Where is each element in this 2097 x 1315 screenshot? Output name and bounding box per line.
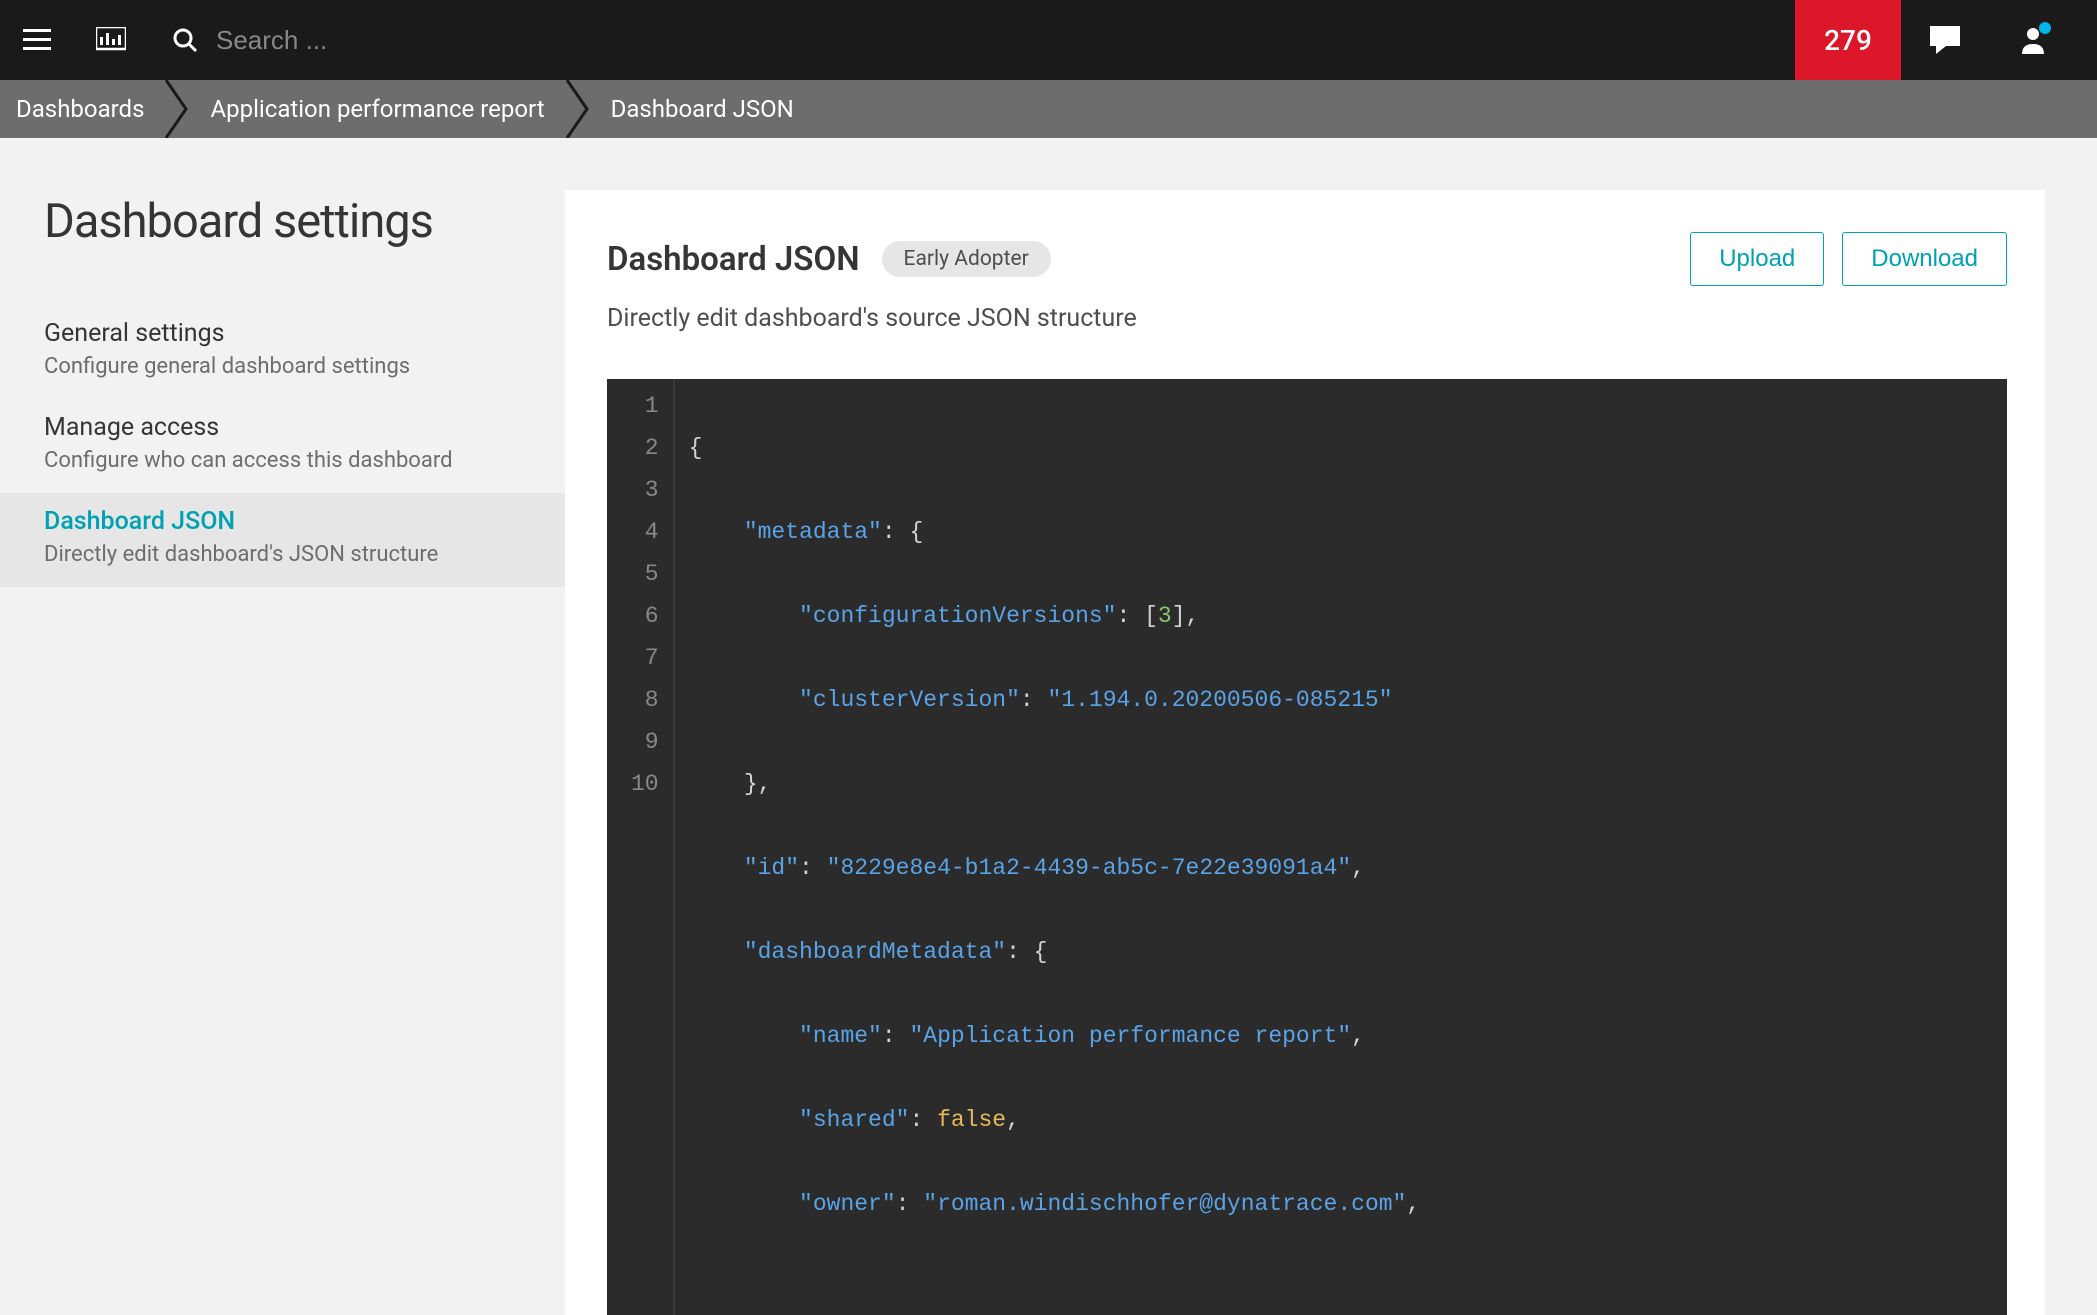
search-wrap bbox=[172, 25, 616, 56]
code-token: , bbox=[1351, 1023, 1365, 1049]
code-token: "name" bbox=[799, 1023, 882, 1049]
early-adopter-badge: Early Adopter bbox=[882, 241, 1051, 277]
sidebar-item-desc: Configure who can access this dashboard bbox=[44, 448, 545, 473]
code-token: "1.194.0.20200506-085215" bbox=[1047, 687, 1392, 713]
download-button[interactable]: Download bbox=[1842, 232, 2007, 286]
code-token: , bbox=[1406, 1191, 1420, 1217]
code-token: "clusterVersion" bbox=[799, 687, 1020, 713]
topbar: 279 bbox=[0, 0, 2097, 80]
code-token: : { bbox=[1006, 939, 1047, 965]
code-token: "Application performance report" bbox=[909, 1023, 1351, 1049]
breadcrumb-json: Dashboard JSON bbox=[595, 80, 814, 138]
breadcrumb-report[interactable]: Application performance report bbox=[194, 80, 564, 138]
json-editor[interactable]: 1 2 3 4 5 6 7 8 9 10 { "metadata": { "co… bbox=[607, 379, 2007, 1315]
dashboard-icon bbox=[96, 27, 126, 53]
topbar-right: 279 bbox=[1795, 0, 2077, 80]
sidebar-item-json[interactable]: Dashboard JSON Directly edit dashboard's… bbox=[0, 493, 565, 587]
breadcrumb-label: Application performance report bbox=[210, 95, 544, 123]
sidebar-item-desc: Configure general dashboard settings bbox=[44, 354, 545, 379]
notification-count[interactable]: 279 bbox=[1795, 0, 1901, 80]
sidebar-item-desc: Directly edit dashboard's JSON structure bbox=[44, 542, 545, 567]
sidebar-item-general[interactable]: General settings Configure general dashb… bbox=[44, 305, 565, 399]
editor-code[interactable]: { "metadata": { "configurationVersions":… bbox=[675, 379, 1421, 1315]
line-number: 5 bbox=[631, 553, 659, 595]
chat-button[interactable] bbox=[1901, 0, 1989, 80]
code-token: : [ bbox=[1116, 603, 1157, 629]
code-token: false bbox=[937, 1107, 1006, 1133]
main-header: Dashboard JSON Early Adopter Upload Down… bbox=[607, 232, 2007, 286]
breadcrumb-separator bbox=[565, 80, 595, 138]
user-button[interactable] bbox=[1989, 0, 2077, 80]
line-number: 2 bbox=[631, 427, 659, 469]
code-token: "dashboardMetadata" bbox=[744, 939, 1006, 965]
breadcrumb: Dashboards Application performance repor… bbox=[0, 80, 2097, 138]
status-dot-icon bbox=[2039, 22, 2051, 34]
code-token: "8229e8e4-b1a2-4439-ab5c-7e22e39091a4" bbox=[827, 855, 1352, 881]
line-number: 6 bbox=[631, 595, 659, 637]
code-token: 3 bbox=[1158, 603, 1172, 629]
main-title: Dashboard JSON bbox=[607, 240, 860, 279]
line-number: 8 bbox=[631, 679, 659, 721]
breadcrumb-dashboards[interactable]: Dashboards bbox=[0, 80, 164, 138]
sidebar-item-title: General settings bbox=[44, 319, 545, 348]
line-number: 3 bbox=[631, 469, 659, 511]
breadcrumb-label: Dashboards bbox=[16, 95, 144, 123]
line-number: 7 bbox=[631, 637, 659, 679]
main-subtitle: Directly edit dashboard's source JSON st… bbox=[607, 304, 2007, 333]
breadcrumb-separator bbox=[164, 80, 194, 138]
code-token: "id" bbox=[744, 855, 799, 881]
hamburger-icon bbox=[23, 29, 51, 51]
layout: Dashboard settings General settings Conf… bbox=[0, 138, 2097, 1315]
code-token: , bbox=[1006, 1107, 1020, 1133]
editor-gutter: 1 2 3 4 5 6 7 8 9 10 bbox=[607, 379, 675, 1315]
line-number: 1 bbox=[631, 385, 659, 427]
code-token: "owner" bbox=[799, 1191, 896, 1217]
sidebar: Dashboard settings General settings Conf… bbox=[0, 138, 565, 1315]
code-token: "configurationVersions" bbox=[799, 603, 1116, 629]
code-token: ], bbox=[1172, 603, 1200, 629]
code-token: : bbox=[799, 855, 827, 881]
menu-button[interactable] bbox=[18, 21, 56, 59]
code-token: : bbox=[896, 1191, 924, 1217]
code-token: "metadata" bbox=[744, 519, 882, 545]
code-token: : { bbox=[882, 519, 923, 545]
dashboard-button[interactable] bbox=[92, 21, 130, 59]
upload-button[interactable]: Upload bbox=[1690, 232, 1824, 286]
code-token: : bbox=[1020, 687, 1048, 713]
search-icon bbox=[172, 27, 198, 53]
code-token: { bbox=[689, 435, 703, 461]
line-number: 4 bbox=[631, 511, 659, 553]
code-token: "roman.windischhofer@dynatrace.com" bbox=[923, 1191, 1406, 1217]
page-title: Dashboard settings bbox=[44, 194, 565, 249]
topbar-left bbox=[18, 21, 616, 59]
code-token: }, bbox=[744, 771, 772, 797]
sidebar-item-access[interactable]: Manage access Configure who can access t… bbox=[44, 399, 565, 493]
sidebar-item-title: Dashboard JSON bbox=[44, 507, 545, 536]
line-number: 10 bbox=[631, 763, 659, 805]
main-panel: Dashboard JSON Early Adopter Upload Down… bbox=[565, 190, 2045, 1315]
code-token: : bbox=[909, 1107, 937, 1133]
breadcrumb-label: Dashboard JSON bbox=[611, 95, 794, 123]
sidebar-item-title: Manage access bbox=[44, 413, 545, 442]
line-number: 9 bbox=[631, 721, 659, 763]
code-token: : bbox=[882, 1023, 910, 1049]
chat-icon bbox=[1930, 26, 1960, 54]
main-actions: Upload Download bbox=[1690, 232, 2007, 286]
code-token: "shared" bbox=[799, 1107, 909, 1133]
code-token: , bbox=[1351, 855, 1365, 881]
search-input[interactable] bbox=[216, 25, 616, 56]
